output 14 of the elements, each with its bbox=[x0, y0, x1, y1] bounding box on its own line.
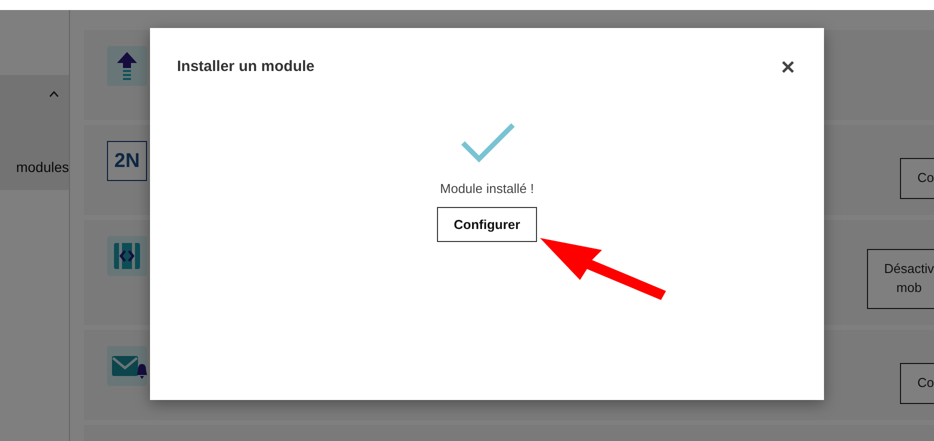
configure-button[interactable]: Configurer bbox=[436, 207, 538, 242]
company-logo: 2N bbox=[107, 141, 147, 181]
status-message: Module installé ! bbox=[440, 181, 534, 196]
caret-icon bbox=[49, 91, 59, 97]
sidebar-item[interactable]: modules bbox=[16, 159, 69, 175]
module-action-button[interactable]: Co bbox=[900, 363, 934, 404]
close-icon[interactable] bbox=[781, 60, 795, 74]
sidebar-section[interactable]: modules bbox=[0, 75, 69, 190]
module-action-button[interactable]: Co bbox=[900, 158, 934, 199]
dialog-title: Installer un module bbox=[177, 58, 315, 75]
checkmark-icon bbox=[461, 123, 515, 163]
module-action-button[interactable]: Désactiv mob bbox=[867, 249, 934, 309]
mail-bell-icon bbox=[107, 346, 147, 386]
code-brackets-icon bbox=[107, 236, 147, 276]
